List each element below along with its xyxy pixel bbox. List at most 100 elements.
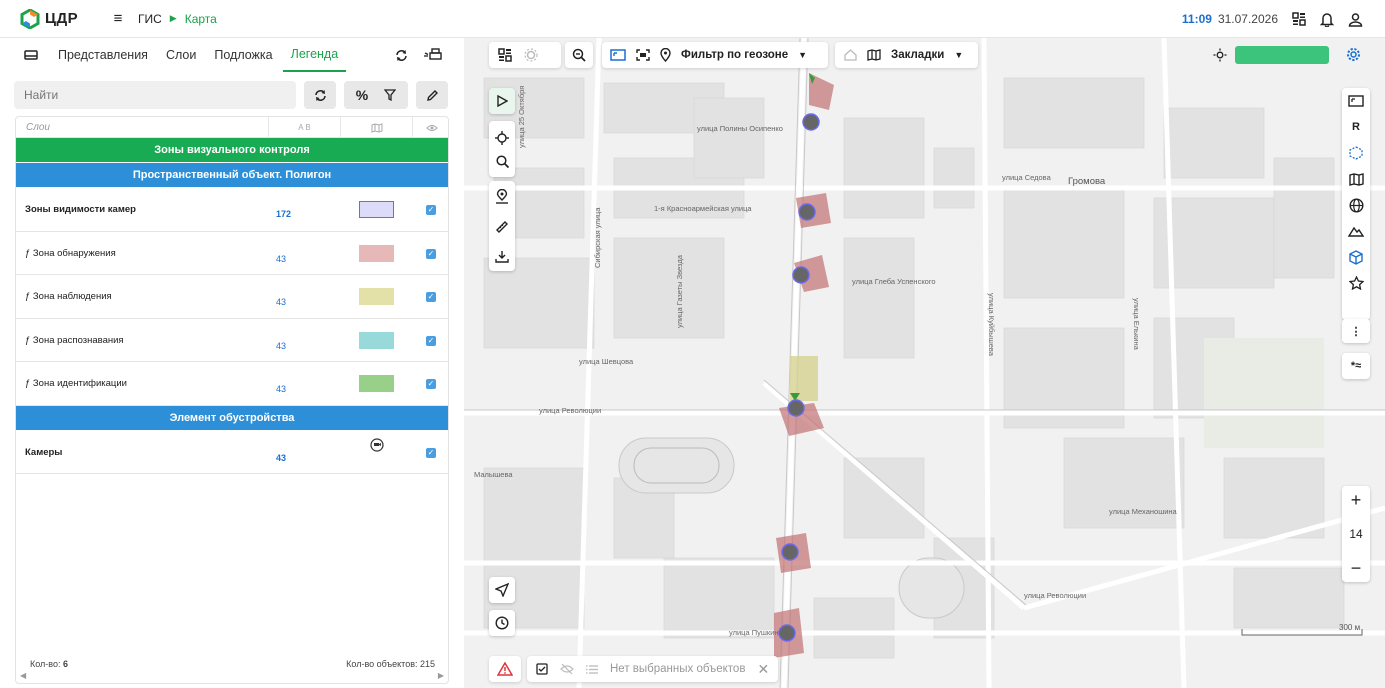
scroll-right-icon[interactable]: ▶	[438, 671, 444, 680]
map-view[interactable]: улица Полины Осипенко 1-я Красноармейска…	[464, 38, 1385, 688]
layers-grid-icon[interactable]	[498, 48, 512, 62]
download-icon[interactable]	[495, 250, 509, 263]
breadcrumb-separator-icon: ▶	[169, 13, 177, 23]
table-row[interactable]: ƒ Зона идентификации 43 ✓	[16, 362, 448, 406]
visibility-checkbox[interactable]: ✓	[426, 447, 436, 458]
map-icon[interactable]	[1342, 166, 1370, 192]
chevron-down-icon[interactable]: ▼	[798, 50, 807, 60]
table-row[interactable]: Зоны видимости камер 172 ✓	[16, 188, 448, 232]
settings-gear-icon[interactable]	[524, 48, 538, 62]
print-icon[interactable]	[424, 48, 442, 62]
table-row[interactable]: ƒ Зона обнаружения 43 ✓	[16, 232, 448, 275]
star-icon[interactable]	[1342, 270, 1370, 296]
r-button[interactable]: R	[1342, 114, 1370, 140]
map-canvas[interactable]: улица Полины Осипенко 1-я Красноармейска…	[464, 38, 1385, 688]
map-settings-gear-icon[interactable]	[1346, 47, 1361, 62]
row-count[interactable]: 43	[276, 254, 286, 264]
breadcrumb-gis[interactable]: ГИС	[138, 12, 162, 26]
select-cursor-button[interactable]	[489, 88, 515, 114]
home-icon[interactable]	[844, 49, 857, 61]
history-button[interactable]	[489, 610, 515, 636]
percent-button[interactable]: %	[356, 87, 368, 103]
row-count[interactable]: 43	[276, 453, 286, 463]
tab-views[interactable]: Представления	[58, 38, 148, 72]
row-count[interactable]: 43	[276, 297, 286, 307]
color-swatch[interactable]	[359, 244, 394, 262]
hide-selection-icon[interactable]	[560, 663, 574, 675]
zoom-in-button[interactable]: +	[1342, 486, 1370, 514]
visibility-checkbox[interactable]: ✓	[426, 335, 436, 346]
legend-toggle-button[interactable]: *≈	[1342, 353, 1370, 379]
search-icon[interactable]	[495, 154, 509, 168]
brightness-icon[interactable]	[1213, 48, 1227, 62]
tab-basemap[interactable]: Подложка	[214, 38, 272, 72]
zoom-out-button[interactable]: −	[1342, 554, 1370, 582]
color-swatch[interactable]	[359, 331, 394, 349]
row-count[interactable]: 43	[276, 341, 286, 351]
fullscreen-icon[interactable]	[610, 49, 626, 61]
ruler-icon[interactable]	[495, 220, 509, 234]
status-green-button[interactable]	[1235, 46, 1329, 64]
terrain-icon[interactable]	[1342, 218, 1370, 244]
group-equipment[interactable]: Элемент обустройства	[16, 405, 448, 431]
checkbox-icon[interactable]	[536, 663, 548, 675]
visibility-checkbox[interactable]: ✓	[426, 292, 436, 302]
tab-legend[interactable]: Легенда	[282, 38, 347, 72]
list-icon[interactable]	[586, 664, 598, 675]
visibility-checkbox[interactable]: ✓	[426, 379, 436, 389]
row-count[interactable]: 172	[276, 209, 291, 219]
navigate-button[interactable]	[489, 577, 515, 603]
search-input[interactable]	[14, 81, 296, 109]
alert-button[interactable]	[489, 656, 521, 682]
color-swatch[interactable]	[359, 288, 394, 305]
geofence-filter-dropdown[interactable]: Фильтр по геозоне	[681, 49, 788, 61]
header-eye-icon[interactable]	[412, 117, 448, 138]
extent-icon[interactable]	[1342, 88, 1370, 114]
apps-grid-icon[interactable]	[1292, 12, 1306, 26]
camera-marker	[802, 113, 820, 131]
network-icon[interactable]	[1342, 140, 1370, 166]
chevron-down-icon[interactable]: ▼	[954, 50, 963, 60]
collapse-panel-icon[interactable]	[24, 50, 38, 60]
tab-layers[interactable]: Слои	[166, 38, 196, 72]
3d-cube-icon[interactable]	[1342, 244, 1370, 270]
hamburger-menu-icon[interactable]: ≡	[108, 10, 128, 27]
zoom-out-tool[interactable]	[565, 42, 593, 68]
globe-icon[interactable]	[1342, 192, 1370, 218]
camera-symbol-icon[interactable]	[370, 437, 384, 455]
horizontal-scrollbar[interactable]: ◀ ▶	[16, 669, 448, 683]
bookmarks-dropdown[interactable]: Закладки	[891, 49, 944, 61]
scroll-left-icon[interactable]: ◀	[20, 671, 26, 680]
bell-icon[interactable]	[1320, 12, 1334, 27]
filter-icon[interactable]	[384, 89, 397, 101]
street-label: Сибирская улица	[593, 207, 602, 268]
group-visual-control[interactable]: Зоны визуального контроля	[16, 138, 448, 163]
group-spatial-polygon[interactable]: Пространственный объект. Полигон	[16, 163, 448, 188]
logo[interactable]: ЦДР	[20, 8, 98, 29]
row-count[interactable]: 43	[276, 384, 286, 394]
clock-icon	[495, 616, 509, 630]
crosshair-icon[interactable]	[495, 130, 509, 145]
table-row[interactable]: Камеры 43 ✓	[16, 431, 448, 474]
refresh-legend-button[interactable]	[304, 81, 336, 109]
legend-panel: Представления Слои Подложка Легенда % Сл…	[0, 38, 468, 688]
visibility-checkbox[interactable]: ✓	[426, 248, 436, 259]
more-menu-button[interactable]: ⋮	[1342, 319, 1370, 343]
close-icon[interactable]: ✕	[757, 661, 769, 678]
color-swatch[interactable]	[359, 201, 394, 218]
select-area-icon[interactable]	[636, 49, 650, 61]
header-label-icon[interactable]: A B	[268, 117, 340, 138]
edit-button[interactable]	[416, 81, 448, 109]
user-icon[interactable]	[1348, 12, 1363, 27]
visibility-checkbox[interactable]: ✓	[426, 205, 436, 215]
table-row[interactable]: ƒ Зона наблюдения 43 ✓	[16, 275, 448, 319]
refresh-icon[interactable]	[395, 49, 408, 62]
selection-group: Нет выбранных объектов ✕	[527, 656, 779, 682]
zoom-out-icon	[572, 48, 586, 62]
color-swatch[interactable]	[359, 375, 394, 392]
header-map-icon[interactable]	[340, 117, 412, 138]
navigation-arrow-icon	[495, 583, 509, 597]
street-label: улица Революции	[539, 406, 601, 415]
location-pin-icon[interactable]	[495, 189, 509, 204]
table-row[interactable]: ƒ Зона распознавания 43 ✓	[16, 319, 448, 362]
